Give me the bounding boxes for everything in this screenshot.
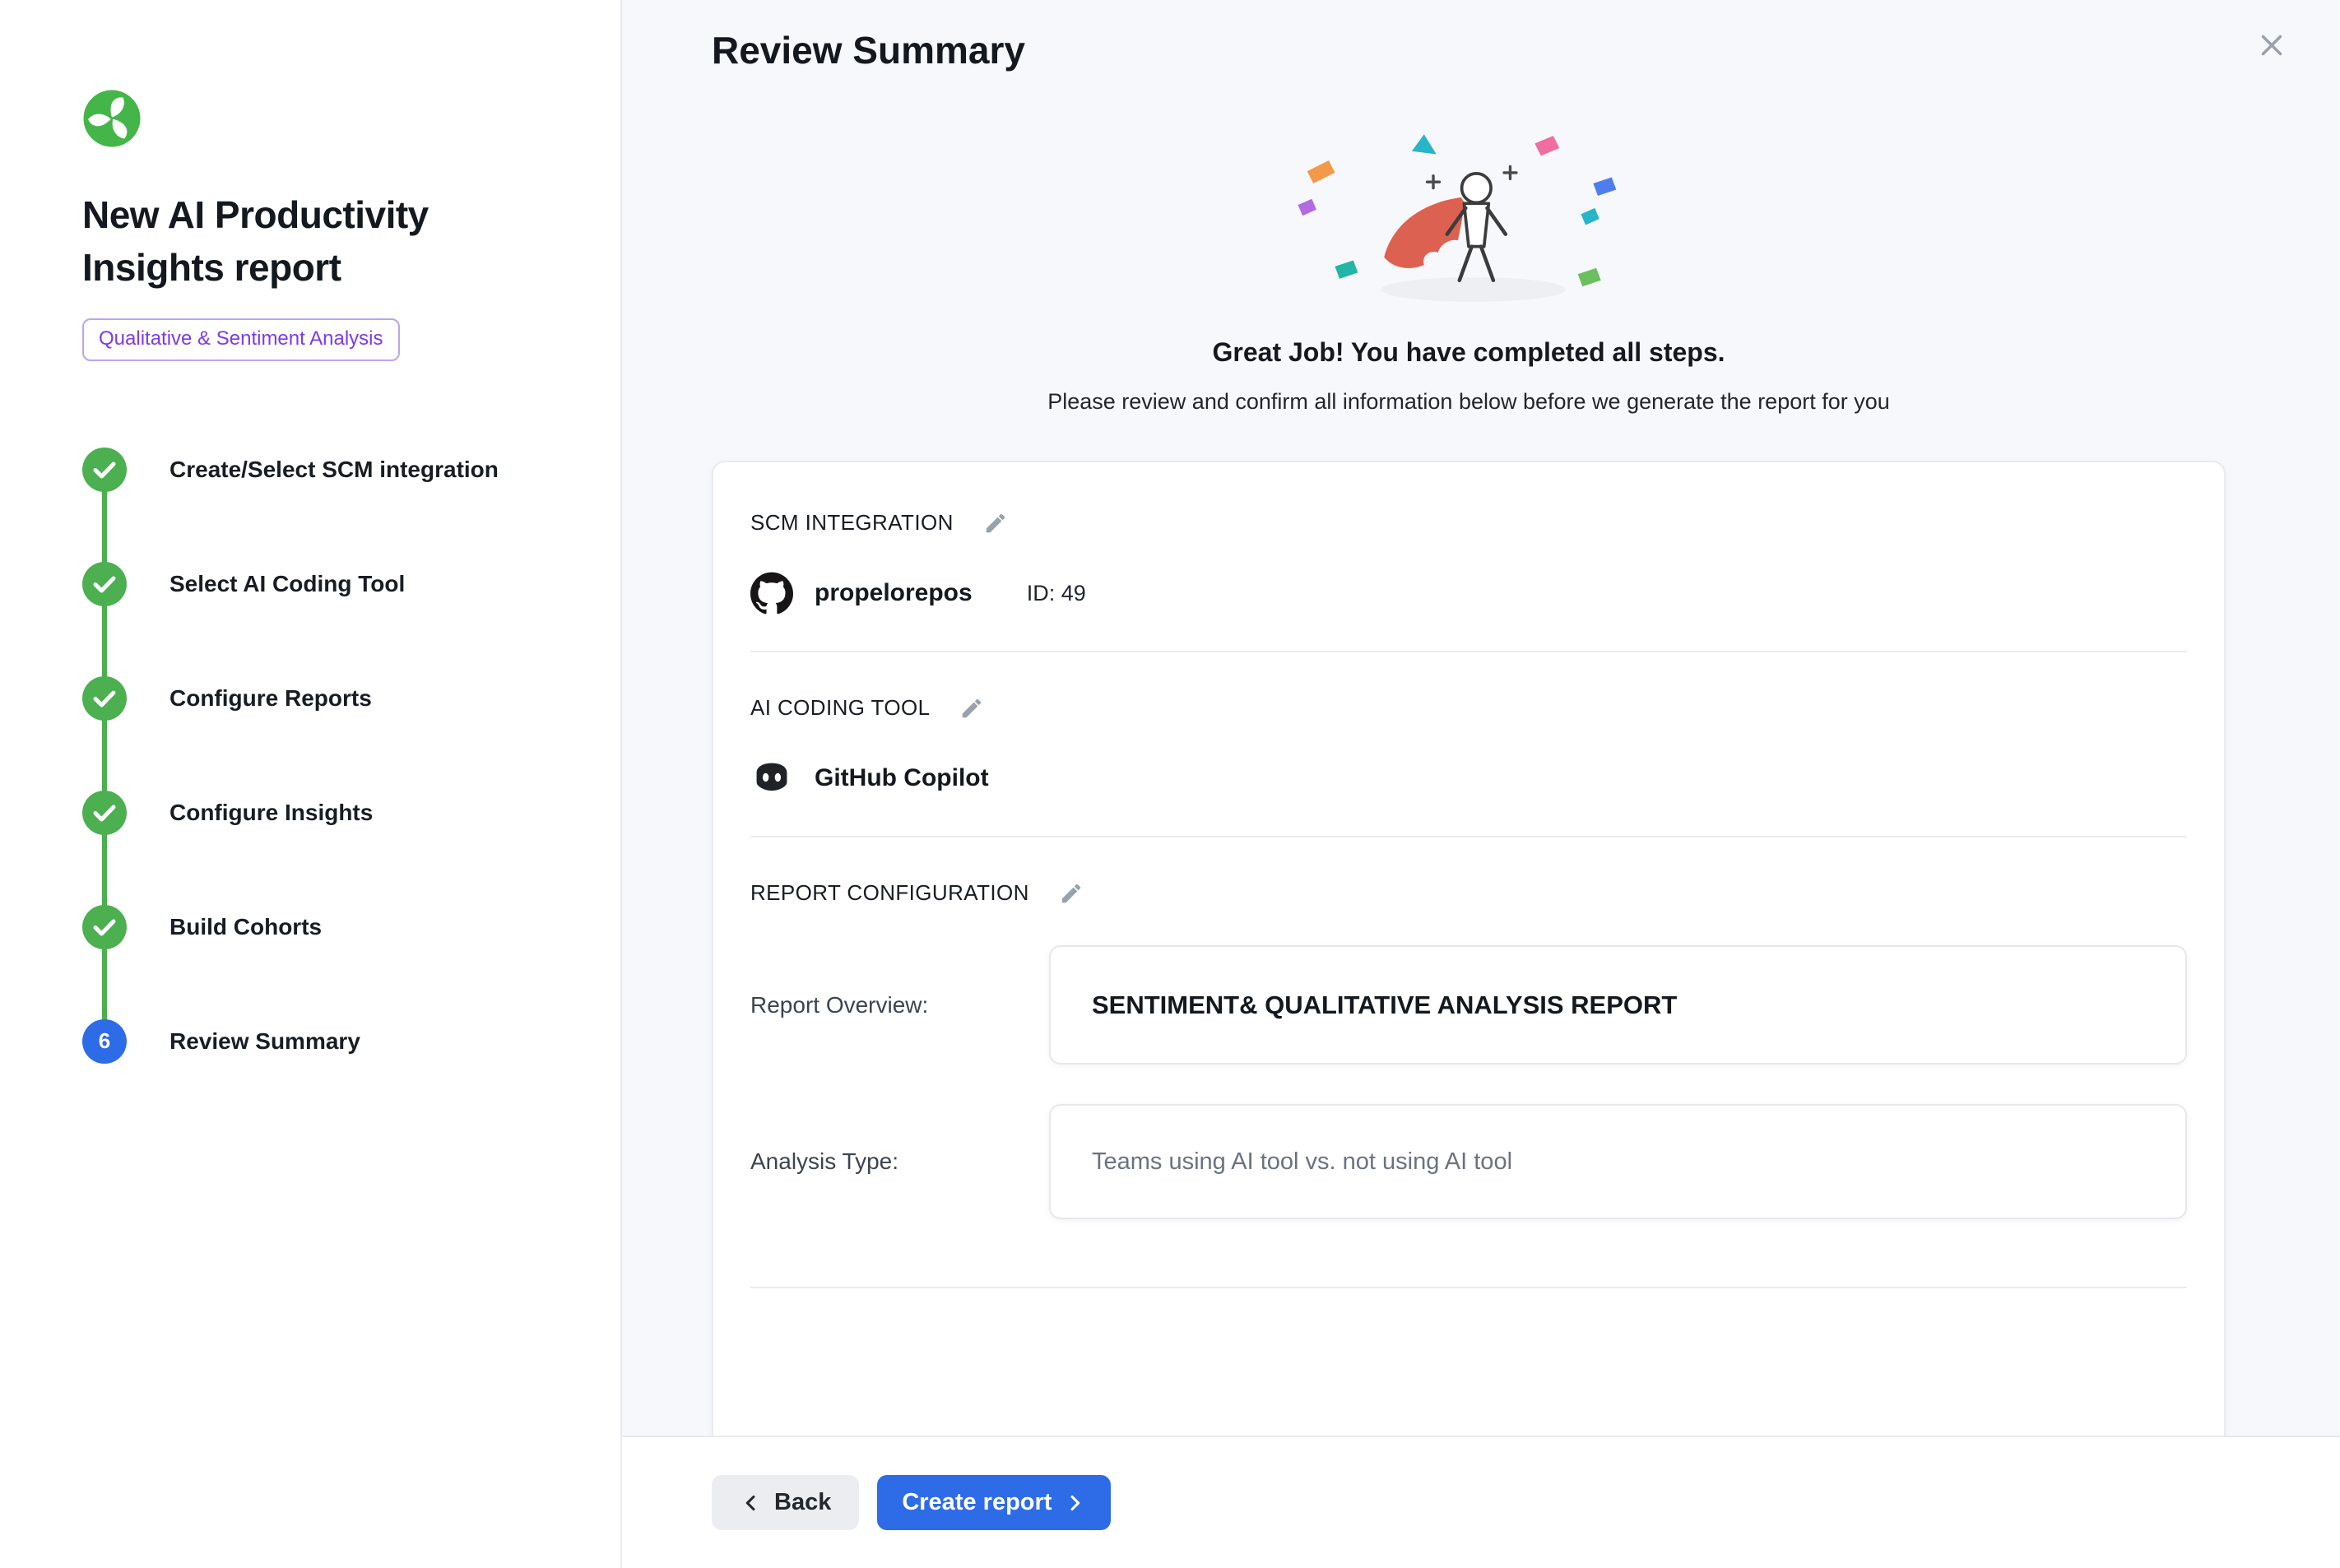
back-button[interactable]: Back bbox=[712, 1475, 859, 1530]
congrats-subtitle: Please review and confirm all informatio… bbox=[712, 389, 2226, 415]
edit-scm-icon[interactable] bbox=[983, 511, 1008, 536]
report-config-section-label: REPORT CONFIGURATION bbox=[750, 880, 1029, 906]
congrats-title: Great Job! You have completed all steps. bbox=[712, 337, 2226, 368]
step-label: Select AI Coding Tool bbox=[169, 571, 405, 597]
back-button-label: Back bbox=[774, 1489, 831, 1516]
stepper: Create/Select SCM integration Select AI … bbox=[82, 412, 574, 1098]
step-label: Configure Reports bbox=[169, 685, 372, 712]
page-title: Review Summary bbox=[712, 28, 2226, 72]
step-select-ai-coding-tool[interactable]: Select AI Coding Tool bbox=[82, 527, 574, 641]
divider bbox=[750, 836, 2187, 837]
chevron-left-icon bbox=[740, 1491, 763, 1515]
scm-repo-id: ID: 49 bbox=[1027, 581, 1086, 606]
check-icon bbox=[82, 676, 127, 721]
step-number-badge: 6 bbox=[82, 1019, 127, 1064]
check-icon bbox=[82, 448, 127, 492]
analysis-type-value: Teams using AI tool vs. not using AI too… bbox=[1092, 1148, 1512, 1176]
divider bbox=[750, 1287, 2187, 1288]
wizard-footer: Back Create report bbox=[622, 1436, 2340, 1568]
main-panel: Review Summary bbox=[622, 0, 2340, 1568]
create-report-button-label: Create report bbox=[902, 1489, 1052, 1516]
close-icon[interactable] bbox=[2254, 28, 2289, 63]
step-create-select-scm-integration[interactable]: Create/Select SCM integration bbox=[82, 412, 574, 527]
check-icon bbox=[82, 562, 127, 606]
analysis-type-label: Analysis Type: bbox=[750, 1148, 1049, 1175]
step-label: Build Cohorts bbox=[169, 914, 322, 940]
step-label: Configure Insights bbox=[169, 800, 373, 826]
chevron-right-icon bbox=[1063, 1491, 1086, 1515]
report-overview-value-box: SENTIMENT& QUALITATIVE ANALYSIS REPORT bbox=[1049, 945, 2187, 1065]
report-overview-value: SENTIMENT& QUALITATIVE ANALYSIS REPORT bbox=[1092, 990, 1677, 1020]
edit-report-config-icon[interactable] bbox=[1059, 881, 1084, 906]
copilot-icon bbox=[750, 757, 793, 800]
app-window: New AI Productivity Insights report Qual… bbox=[0, 0, 2340, 1568]
check-icon bbox=[82, 791, 127, 835]
check-icon bbox=[82, 905, 127, 949]
edit-tool-icon[interactable] bbox=[959, 696, 984, 721]
analysis-type-value-box: Teams using AI tool vs. not using AI too… bbox=[1049, 1104, 2187, 1219]
report-overview-label: Report Overview: bbox=[750, 992, 1049, 1018]
scm-repo-name: propelorepos bbox=[815, 579, 973, 607]
summary-card: SCM INTEGRATION propelorepos ID: 49 AI C… bbox=[712, 461, 2226, 1497]
step-review-summary[interactable]: 6 Review Summary bbox=[82, 984, 574, 1098]
scm-section-label: SCM INTEGRATION bbox=[750, 510, 954, 536]
tool-name: GitHub Copilot bbox=[815, 764, 989, 792]
step-configure-reports[interactable]: Configure Reports bbox=[82, 641, 574, 755]
step-configure-insights[interactable]: Configure Insights bbox=[82, 755, 574, 870]
celebration-illustration bbox=[1292, 125, 1646, 313]
sidebar: New AI Productivity Insights report Qual… bbox=[0, 0, 622, 1568]
github-icon bbox=[750, 572, 793, 615]
divider bbox=[750, 651, 2187, 652]
report-title: New AI Productivity Insights report bbox=[82, 188, 574, 294]
propeller-logo bbox=[82, 89, 574, 152]
step-label: Review Summary bbox=[169, 1028, 360, 1055]
create-report-button[interactable]: Create report bbox=[877, 1475, 1111, 1530]
report-type-badge: Qualitative & Sentiment Analysis bbox=[82, 318, 400, 361]
step-label: Create/Select SCM integration bbox=[169, 457, 499, 483]
tool-section-label: AI CODING TOOL bbox=[750, 695, 930, 721]
step-build-cohorts[interactable]: Build Cohorts bbox=[82, 870, 574, 984]
